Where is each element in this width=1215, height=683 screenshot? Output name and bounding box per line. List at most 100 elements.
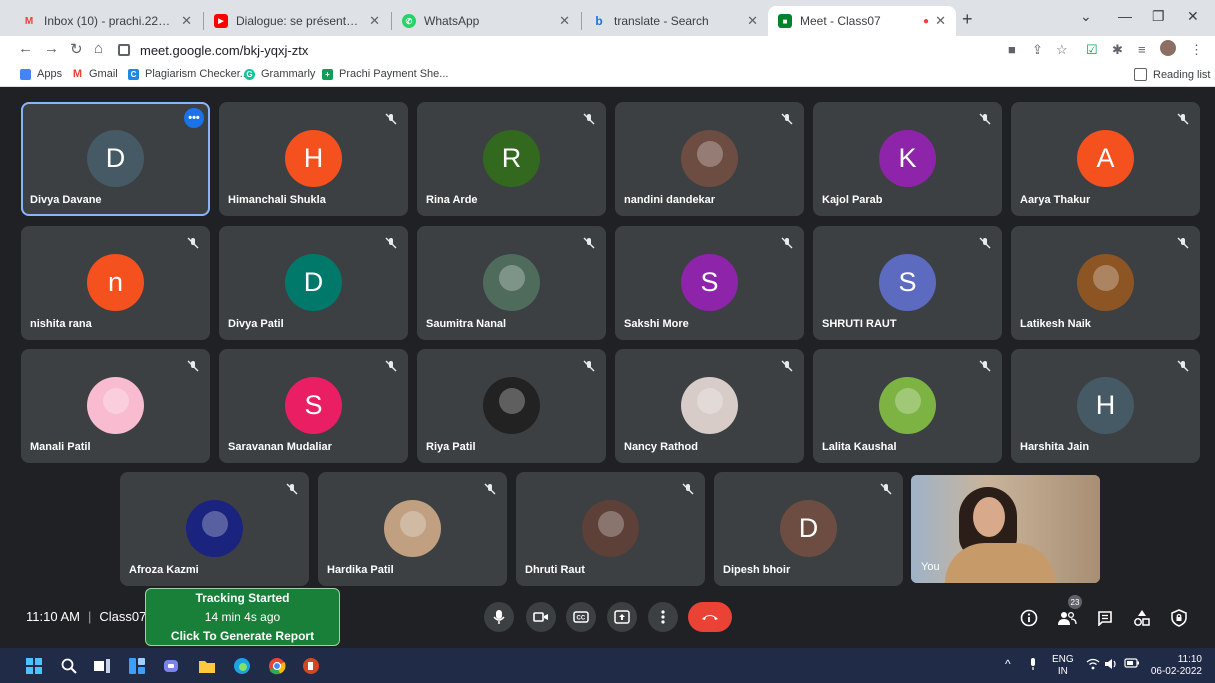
address-bar[interactable]: meet.google.com/bkj-yqxj-ztx — [112, 38, 992, 62]
restore-button[interactable]: ❐ — [1152, 8, 1165, 25]
leave-call-button[interactable] — [688, 602, 732, 632]
microphone-button[interactable] — [484, 602, 514, 632]
search-icon[interactable] — [60, 657, 78, 675]
edge-browser-icon[interactable] — [233, 657, 251, 675]
self-video-tile[interactable]: You — [911, 475, 1100, 583]
photo-silhouette — [498, 264, 525, 291]
more-options-button[interactable] — [648, 602, 678, 632]
bookmark-grammarly[interactable]: G Grammarly — [244, 68, 315, 80]
profile-avatar[interactable] — [1160, 40, 1176, 56]
close-icon[interactable]: ✕ — [747, 13, 758, 29]
participant-tile[interactable]: Riya Patil — [417, 349, 606, 463]
people-button[interactable] — [1055, 606, 1079, 630]
participant-tile[interactable]: Manali Patil — [21, 349, 210, 463]
tab-bing[interactable]: b translate - Search ✕ — [582, 6, 768, 36]
close-icon[interactable]: ✕ — [559, 13, 570, 29]
bookmark-star-icon[interactable]: ☆ — [1056, 42, 1068, 58]
activities-button[interactable] — [1130, 606, 1154, 630]
forward-icon[interactable]: → — [44, 40, 59, 57]
participant-tile[interactable]: H Himanchali Shukla — [219, 102, 408, 216]
powerpoint-icon[interactable] — [302, 657, 320, 675]
participant-name: Lalita Kaushal — [822, 441, 897, 453]
participant-tile[interactable]: K Kajol Parab — [813, 102, 1002, 216]
participant-tile[interactable]: H Harshita Jain — [1011, 349, 1200, 463]
show-hidden-icons[interactable]: ^ — [1005, 658, 1011, 670]
battery-icon[interactable] — [1124, 658, 1140, 672]
bookmark-prachi-payment[interactable]: + Prachi Payment She... — [322, 68, 448, 80]
participant-name: Harshita Jain — [1020, 441, 1090, 453]
tab-whatsapp[interactable]: ✆ WhatsApp ✕ — [392, 6, 580, 36]
tab-gmail[interactable]: M Inbox (10) - prachi.22shah@gma ✕ — [12, 6, 202, 36]
share-icon[interactable]: ⇪ — [1032, 42, 1043, 58]
close-icon[interactable]: ✕ — [181, 13, 192, 29]
tab-youtube[interactable]: ▶ Dialogue: se présenter en franç ✕ — [204, 6, 390, 36]
participant-tile[interactable]: S Sakshi More — [615, 226, 804, 340]
chrome-icon[interactable] — [268, 657, 286, 675]
extension-check-icon[interactable]: ☑ — [1086, 42, 1098, 58]
photo-silhouette — [399, 510, 426, 537]
language-indicator[interactable]: ENG IN — [1052, 654, 1074, 678]
participant-tile[interactable]: D Dipesh bhoir — [714, 472, 903, 586]
info-icon — [1020, 609, 1038, 627]
home-icon[interactable]: ⌂ — [94, 40, 103, 57]
tab-search-icon[interactable]: ⌄ — [1080, 8, 1092, 25]
tracking-action: Click To Generate Report — [170, 628, 315, 643]
bookmark-apps[interactable]: Apps — [20, 68, 62, 80]
tab-meet[interactable]: ■ Meet - Class07 ● ✕ — [768, 6, 956, 36]
participant-tile[interactable]: D Divya Patil — [219, 226, 408, 340]
close-icon[interactable]: ✕ — [369, 13, 380, 29]
wifi-icon[interactable] — [1086, 658, 1100, 674]
participant-tile[interactable]: D Divya Davane ••• — [21, 102, 210, 216]
teams-chat-icon[interactable] — [163, 657, 181, 675]
extensions-icon[interactable]: ✱ — [1112, 42, 1123, 58]
participant-tile[interactable]: nandini dandekar — [615, 102, 804, 216]
bookmark-plagiarism-checker[interactable]: C Plagiarism Checker... — [128, 68, 249, 80]
participant-tile[interactable]: Saumitra Nanal — [417, 226, 606, 340]
new-tab-button[interactable]: + — [962, 9, 973, 30]
participant-tile[interactable]: Hardika Patil — [318, 472, 507, 586]
grammarly-icon: G — [244, 68, 255, 80]
participant-tile[interactable]: n nishita rana — [21, 226, 210, 340]
tracking-report-button[interactable]: Tracking Started 14 min 4s ago Click To … — [145, 588, 340, 646]
photo-silhouette — [498, 387, 525, 414]
camera-icon[interactable]: ■ — [1008, 42, 1016, 57]
participant-name: Divya Davane — [30, 194, 102, 206]
reload-icon[interactable]: ↻ — [70, 40, 83, 58]
participant-tile[interactable]: Latikesh Naik — [1011, 226, 1200, 340]
participant-tile[interactable]: Afroza Kazmi — [120, 472, 309, 586]
participant-tile[interactable]: A Aarya Thakur — [1011, 102, 1200, 216]
shield-lock-icon — [1171, 609, 1187, 627]
close-icon[interactable]: ✕ — [935, 13, 946, 29]
present-button[interactable] — [607, 602, 637, 632]
widgets-icon[interactable] — [128, 657, 146, 675]
reading-list-button[interactable]: Reading list — [1134, 68, 1210, 81]
menu-icon[interactable]: ⋮ — [1190, 42, 1203, 58]
bookmark-gmail[interactable]: M Gmail — [72, 68, 118, 80]
participant-name: Divya Patil — [228, 318, 284, 330]
back-icon[interactable]: ← — [18, 40, 33, 57]
more-options-icon[interactable]: ••• — [184, 108, 204, 128]
volume-icon[interactable] — [1104, 658, 1118, 674]
participant-tile[interactable]: R Rina Arde — [417, 102, 606, 216]
task-view-icon[interactable] — [93, 657, 111, 675]
host-controls-button[interactable] — [1167, 606, 1191, 630]
captions-button[interactable]: CC — [566, 602, 596, 632]
participant-avatar: S — [681, 254, 738, 311]
participant-tile[interactable]: S Saravanan Mudaliar — [219, 349, 408, 463]
media-icon[interactable]: ≡ — [1138, 42, 1146, 57]
chat-button[interactable] — [1093, 606, 1117, 630]
participant-tile[interactable]: S SHRUTI RAUT — [813, 226, 1002, 340]
minimize-button[interactable]: — — [1118, 8, 1132, 24]
close-window-button[interactable]: ✕ — [1187, 8, 1199, 25]
microphone-tray-icon[interactable] — [1028, 657, 1038, 675]
participant-tile[interactable]: Nancy Rathod — [615, 349, 804, 463]
windows-start-icon[interactable] — [25, 657, 43, 675]
gmail-icon: M — [72, 68, 83, 80]
participant-tile[interactable]: Dhruti Raut — [516, 472, 705, 586]
camera-button[interactable] — [526, 602, 556, 632]
participant-avatar: H — [1077, 377, 1134, 434]
system-clock[interactable]: 11:10 06-02-2022 — [1146, 654, 1202, 678]
participant-tile[interactable]: Lalita Kaushal — [813, 349, 1002, 463]
meeting-details-button[interactable] — [1017, 606, 1041, 630]
file-explorer-icon[interactable] — [198, 657, 216, 675]
